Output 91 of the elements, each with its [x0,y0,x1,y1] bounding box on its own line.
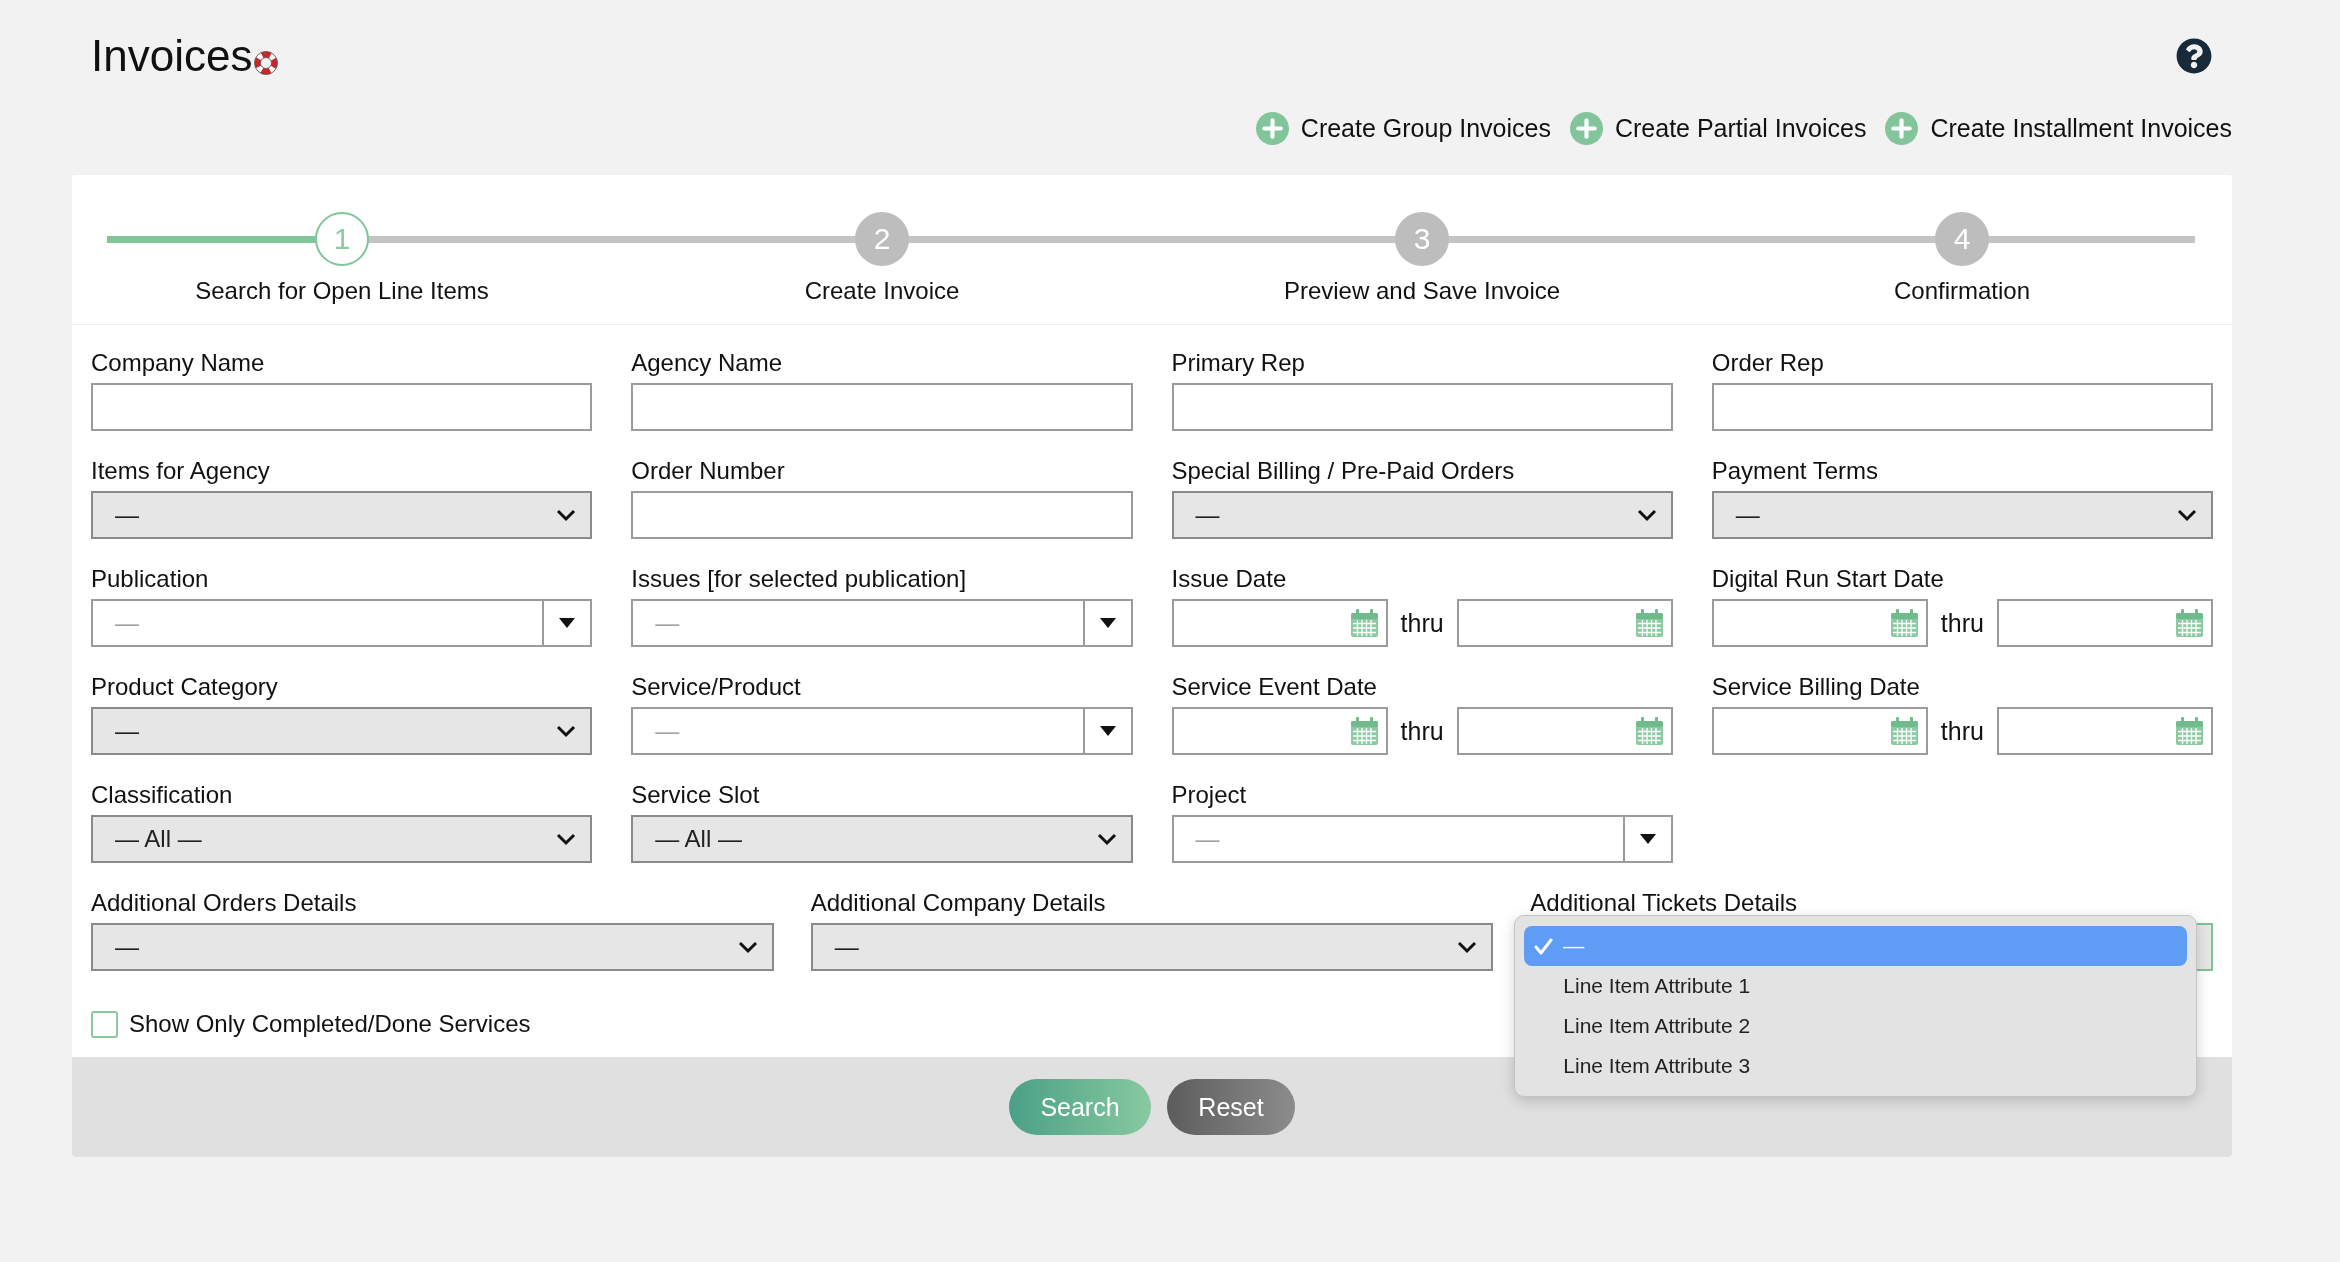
date-field[interactable] [1996,599,2213,647]
field-label: Project [1171,781,1248,809]
field-label: Order Rep [1711,349,1825,377]
input-field[interactable] [1171,383,1673,431]
calendar-icon [1634,716,1664,746]
plus-circle-icon [1569,111,1603,145]
help-icon[interactable] [2176,38,2212,74]
field-label: Additional Tickets Details [1530,889,1799,917]
calendar-icon [2175,716,2204,746]
date-field[interactable] [1711,599,1928,647]
chevron-down-icon [737,940,758,954]
field-label: Items for Agency [91,457,271,485]
step-circle: 4 [1935,212,1989,266]
page-title: Invoices [91,30,253,82]
input-field[interactable] [91,383,593,431]
field-label: Payment Terms [1711,457,1880,485]
input-field[interactable] [1711,383,2213,431]
chevron-down-icon [2177,508,2197,522]
create-link[interactable]: Create Group Invoices [1255,111,1551,145]
step-circle: 3 [1395,212,1449,266]
field-label: Primary Rep [1171,349,1306,377]
field-label: Digital Run Start Date [1711,565,1945,593]
select-dropdown[interactable]: — [810,923,1494,971]
caret-down-icon [559,618,576,628]
field-label: Issues [for selected publication] [631,565,968,593]
dropdown-option[interactable]: Line Item Attribute 2 [1524,1006,2187,1046]
step-circle: 2 [855,212,909,266]
reset-button[interactable]: Reset [1167,1079,1295,1135]
date-field[interactable] [1711,707,1928,755]
date-field[interactable] [1171,599,1388,647]
field-label: Additional Orders Details [91,889,358,917]
plus-circle-icon [1885,111,1919,145]
chevron-down-icon [1636,508,1657,522]
date-field[interactable] [1456,599,1673,647]
dropdown-option[interactable]: Line Item Attribute 3 [1524,1046,2187,1086]
field-label: Issue Date [1171,565,1288,593]
chevron-down-icon [556,724,577,738]
checkbox-label[interactable]: Show Only Completed/Done Services [129,1010,531,1038]
field-label: Special Billing / Pre-Paid Orders [1171,457,1516,485]
chevron-down-icon [1096,832,1117,846]
field-label: Classification [91,781,234,809]
select-dropdown[interactable]: — [91,491,593,539]
step-circle: 1 [315,212,369,266]
field-label: Product Category [91,673,279,701]
calendar-icon [2175,608,2204,638]
caret-down-icon [1099,726,1116,736]
date-field[interactable] [1171,707,1388,755]
field-label: Order Number [631,457,786,485]
field-label: Service/Product [631,673,802,701]
input-field[interactable] [631,491,1133,539]
select-dropdown[interactable]: — All — [631,815,1133,863]
select-dropdown[interactable]: — [1171,491,1673,539]
select-dropdown[interactable]: — [1711,491,2213,539]
select-dropdown[interactable]: — [91,707,593,755]
field-label: Publication [91,565,210,593]
range-separator: thru [1400,716,1444,746]
calendar-icon [1889,608,1919,638]
lifebuoy-icon [254,51,279,75]
check-icon [1534,937,1554,955]
input-field[interactable] [631,383,1133,431]
step-label: Preview and Save Invoice [1283,277,1561,305]
calendar-icon [1349,608,1379,638]
field-label: Service Event Date [1171,673,1378,701]
calendar-icon [1634,608,1664,638]
dropdown-option[interactable]: Line Item Attribute 1 [1524,966,2187,1006]
field-label: Agency Name [631,349,783,377]
range-separator: thru [1940,716,1984,746]
calendar-icon [1349,716,1379,746]
step-label: Create Invoice [804,277,960,305]
field-label: Company Name [91,349,266,377]
chevron-down-icon [556,832,577,846]
select-dropdown[interactable]: — [91,923,774,971]
create-link[interactable]: Create Installment Invoices [1885,111,2232,145]
date-field[interactable] [1996,707,2213,755]
range-separator: thru [1400,608,1444,638]
checkbox[interactable] [91,1010,118,1038]
step-label: Search for Open Line Items [195,277,489,305]
caret-down-icon [1099,618,1116,628]
select-dropdown[interactable]: — All — [91,815,593,863]
field-label: Service Slot [631,781,761,809]
chevron-down-icon [556,508,577,522]
date-field[interactable] [1456,707,1673,755]
plus-circle-icon [1255,111,1289,145]
create-link[interactable]: Create Partial Invoices [1569,111,1867,145]
range-separator: thru [1940,608,1984,638]
chevron-down-icon [1457,940,1478,954]
calendar-icon [1889,716,1919,746]
field-label: Additional Company Details [810,889,1107,917]
field-label: Service Billing Date [1711,673,1921,701]
step-label: Confirmation [1893,277,2031,305]
caret-down-icon [1639,834,1656,844]
